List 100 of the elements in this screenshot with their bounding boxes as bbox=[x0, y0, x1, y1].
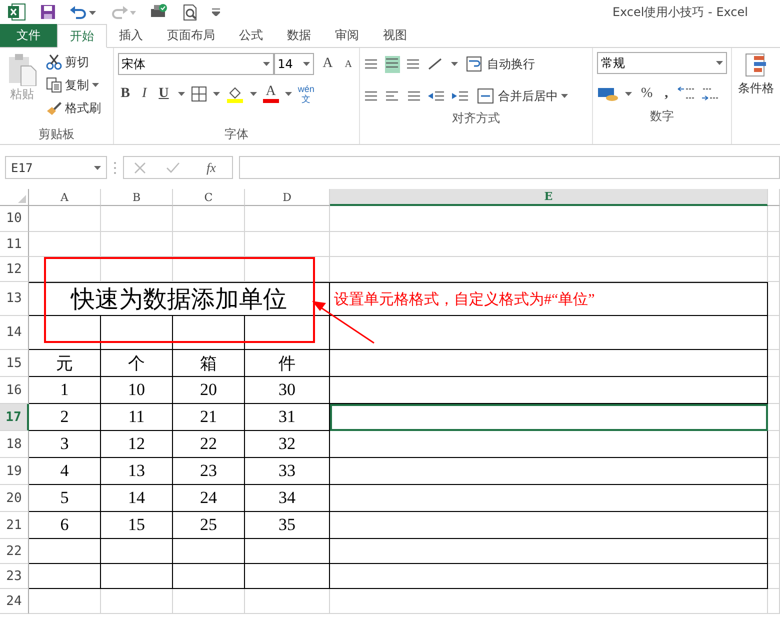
table-cell: 11 bbox=[101, 404, 173, 431]
empty-cell bbox=[768, 485, 780, 512]
row-header[interactable]: 19 bbox=[0, 458, 29, 485]
grip-icon bbox=[113, 160, 117, 174]
currency-icon[interactable] bbox=[597, 86, 619, 102]
align-top-icon[interactable] bbox=[364, 57, 380, 71]
ribbon-tab[interactable]: 开始 bbox=[57, 24, 107, 48]
merge-center-button[interactable]: 合并后居中 bbox=[475, 86, 570, 106]
caret-icon[interactable] bbox=[94, 166, 101, 170]
phonetic-button[interactable]: wén 文 bbox=[298, 84, 314, 104]
row-header[interactable]: 21 bbox=[0, 512, 29, 539]
align-right-icon[interactable] bbox=[406, 89, 422, 103]
empty-cell bbox=[768, 431, 780, 458]
column-header[interactable]: E bbox=[330, 189, 768, 206]
customize-icon[interactable] bbox=[212, 8, 220, 16]
wrap-text-button[interactable]: 自动换行 bbox=[464, 54, 538, 74]
row-header[interactable]: 18 bbox=[0, 431, 29, 458]
caret-icon[interactable] bbox=[716, 61, 723, 65]
caret-icon[interactable] bbox=[262, 62, 270, 66]
save-icon[interactable] bbox=[40, 4, 56, 20]
caret-icon[interactable] bbox=[625, 92, 632, 96]
number-format-field[interactable]: 常规 bbox=[597, 52, 727, 74]
table-cell: 箱 bbox=[173, 350, 245, 377]
empty-cell bbox=[768, 350, 780, 377]
row-header[interactable]: 12 bbox=[0, 257, 29, 282]
row-header[interactable]: 11 bbox=[0, 232, 29, 257]
caret-icon[interactable] bbox=[451, 62, 458, 66]
formula-field[interactable] bbox=[239, 156, 780, 179]
row-header[interactable]: 14 bbox=[0, 316, 29, 350]
row-header[interactable]: 13 bbox=[0, 282, 29, 316]
align-center-icon[interactable] bbox=[385, 89, 400, 103]
row-header[interactable]: 22 bbox=[0, 539, 29, 564]
table-cell: 32 bbox=[245, 431, 330, 458]
caret-icon[interactable] bbox=[212, 92, 220, 96]
font-name-field[interactable]: 宋体 bbox=[118, 53, 274, 75]
comma-button[interactable]: , bbox=[662, 86, 672, 102]
empty-cell bbox=[768, 206, 780, 232]
empty-cell bbox=[768, 232, 780, 257]
column-header[interactable]: C bbox=[173, 189, 245, 206]
caret-icon[interactable] bbox=[302, 62, 310, 66]
italic-button[interactable]: I bbox=[139, 86, 150, 102]
caret-icon[interactable] bbox=[178, 92, 185, 96]
ribbon-tab[interactable]: 页面布局 bbox=[155, 24, 227, 47]
ribbon-tab[interactable]: 文件 bbox=[0, 24, 57, 47]
undo-icon[interactable] bbox=[70, 5, 96, 19]
brush-icon bbox=[46, 100, 62, 116]
ribbon-tab[interactable]: 审阅 bbox=[323, 24, 371, 47]
format-painter-button[interactable]: 格式刷 bbox=[44, 98, 103, 118]
fill-color-icon[interactable] bbox=[226, 85, 244, 103]
row-header[interactable]: 20 bbox=[0, 485, 29, 512]
column-header[interactable]: B bbox=[101, 189, 173, 206]
bold-button[interactable]: B bbox=[118, 86, 133, 102]
row-header[interactable]: 10 bbox=[0, 206, 29, 232]
copy-button[interactable]: 复制 bbox=[44, 75, 103, 95]
caret-icon[interactable] bbox=[284, 92, 292, 96]
column-header[interactable]: A bbox=[29, 189, 101, 206]
percent-button[interactable]: % bbox=[638, 86, 656, 102]
caret-icon[interactable] bbox=[561, 94, 568, 98]
increase-indent-icon[interactable] bbox=[451, 89, 470, 103]
table-cell: 13 bbox=[101, 458, 173, 485]
row-header[interactable]: 15 bbox=[0, 350, 29, 377]
ribbon-tab[interactable]: 公式 bbox=[227, 24, 275, 47]
align-left-icon[interactable] bbox=[364, 89, 380, 103]
table-cell: 个 bbox=[101, 350, 173, 377]
table-cell: 22 bbox=[173, 431, 245, 458]
borders-icon[interactable] bbox=[190, 86, 207, 102]
align-middle-icon[interactable] bbox=[385, 56, 400, 70]
font-size-field[interactable]: 14 bbox=[274, 53, 314, 75]
ribbon-tab[interactable]: 视图 bbox=[371, 24, 419, 47]
row-header[interactable]: 24 bbox=[0, 589, 29, 614]
printer-icon[interactable] bbox=[150, 4, 168, 20]
grow-font-button[interactable]: A bbox=[320, 56, 336, 72]
table-cell: 12 bbox=[101, 431, 173, 458]
insert-function-button[interactable]: fx bbox=[200, 158, 222, 176]
underline-button[interactable]: U bbox=[156, 86, 172, 102]
empty-cell bbox=[768, 564, 780, 589]
ribbon-tab[interactable]: 数据 bbox=[275, 24, 323, 47]
spreadsheet-icon[interactable] bbox=[8, 3, 26, 21]
increase-decimal-icon[interactable] bbox=[701, 86, 720, 102]
table-cell: 30 bbox=[245, 377, 330, 404]
font-color-button[interactable]: A bbox=[262, 85, 279, 103]
empty-cell bbox=[173, 257, 245, 282]
table-cell: 设置单元格格式，自定义格式为#“单位” bbox=[330, 282, 768, 316]
cut-button[interactable]: 剪切 bbox=[44, 52, 103, 72]
caret-icon[interactable] bbox=[250, 92, 257, 96]
table-cell: 15 bbox=[101, 512, 173, 539]
shrink-font-button[interactable]: A bbox=[342, 58, 356, 70]
conditional-format-button[interactable]: 条件格 bbox=[736, 52, 776, 97]
ribbon-tab[interactable]: 插入 bbox=[107, 24, 155, 47]
print-preview-icon[interactable] bbox=[182, 4, 198, 20]
caret-icon[interactable] bbox=[92, 83, 99, 87]
selected-cell[interactable] bbox=[330, 404, 768, 431]
merge-icon bbox=[477, 88, 496, 104]
window-title: Excel使用小技巧 - Excel bbox=[612, 4, 748, 20]
name-box[interactable]: E17 bbox=[5, 156, 107, 179]
table-cell: 4 bbox=[29, 458, 101, 485]
align-bottom-icon[interactable] bbox=[406, 57, 422, 71]
decrease-indent-icon[interactable] bbox=[427, 89, 446, 103]
row-header[interactable]: 17 bbox=[0, 404, 29, 431]
row-header[interactable]: 23 bbox=[0, 564, 29, 589]
